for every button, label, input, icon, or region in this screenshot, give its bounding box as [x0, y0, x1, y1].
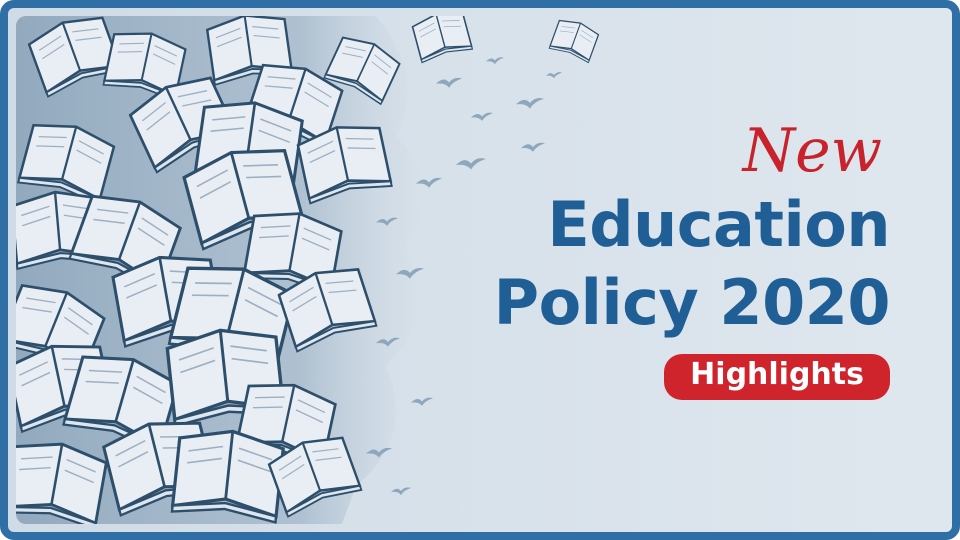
highlights-badge: Highlights	[664, 354, 890, 400]
headline-block: New Education Policy 2020 Highlights	[410, 116, 891, 400]
headline-new: New	[742, 116, 882, 186]
headline-line-2: Policy 2020	[493, 266, 891, 339]
headline-line-1: Education	[547, 188, 890, 261]
thumbnail-frame: New Education Policy 2020 Highlights	[0, 0, 960, 540]
thumbnail-canvas: New Education Policy 2020 Highlights	[16, 16, 944, 524]
